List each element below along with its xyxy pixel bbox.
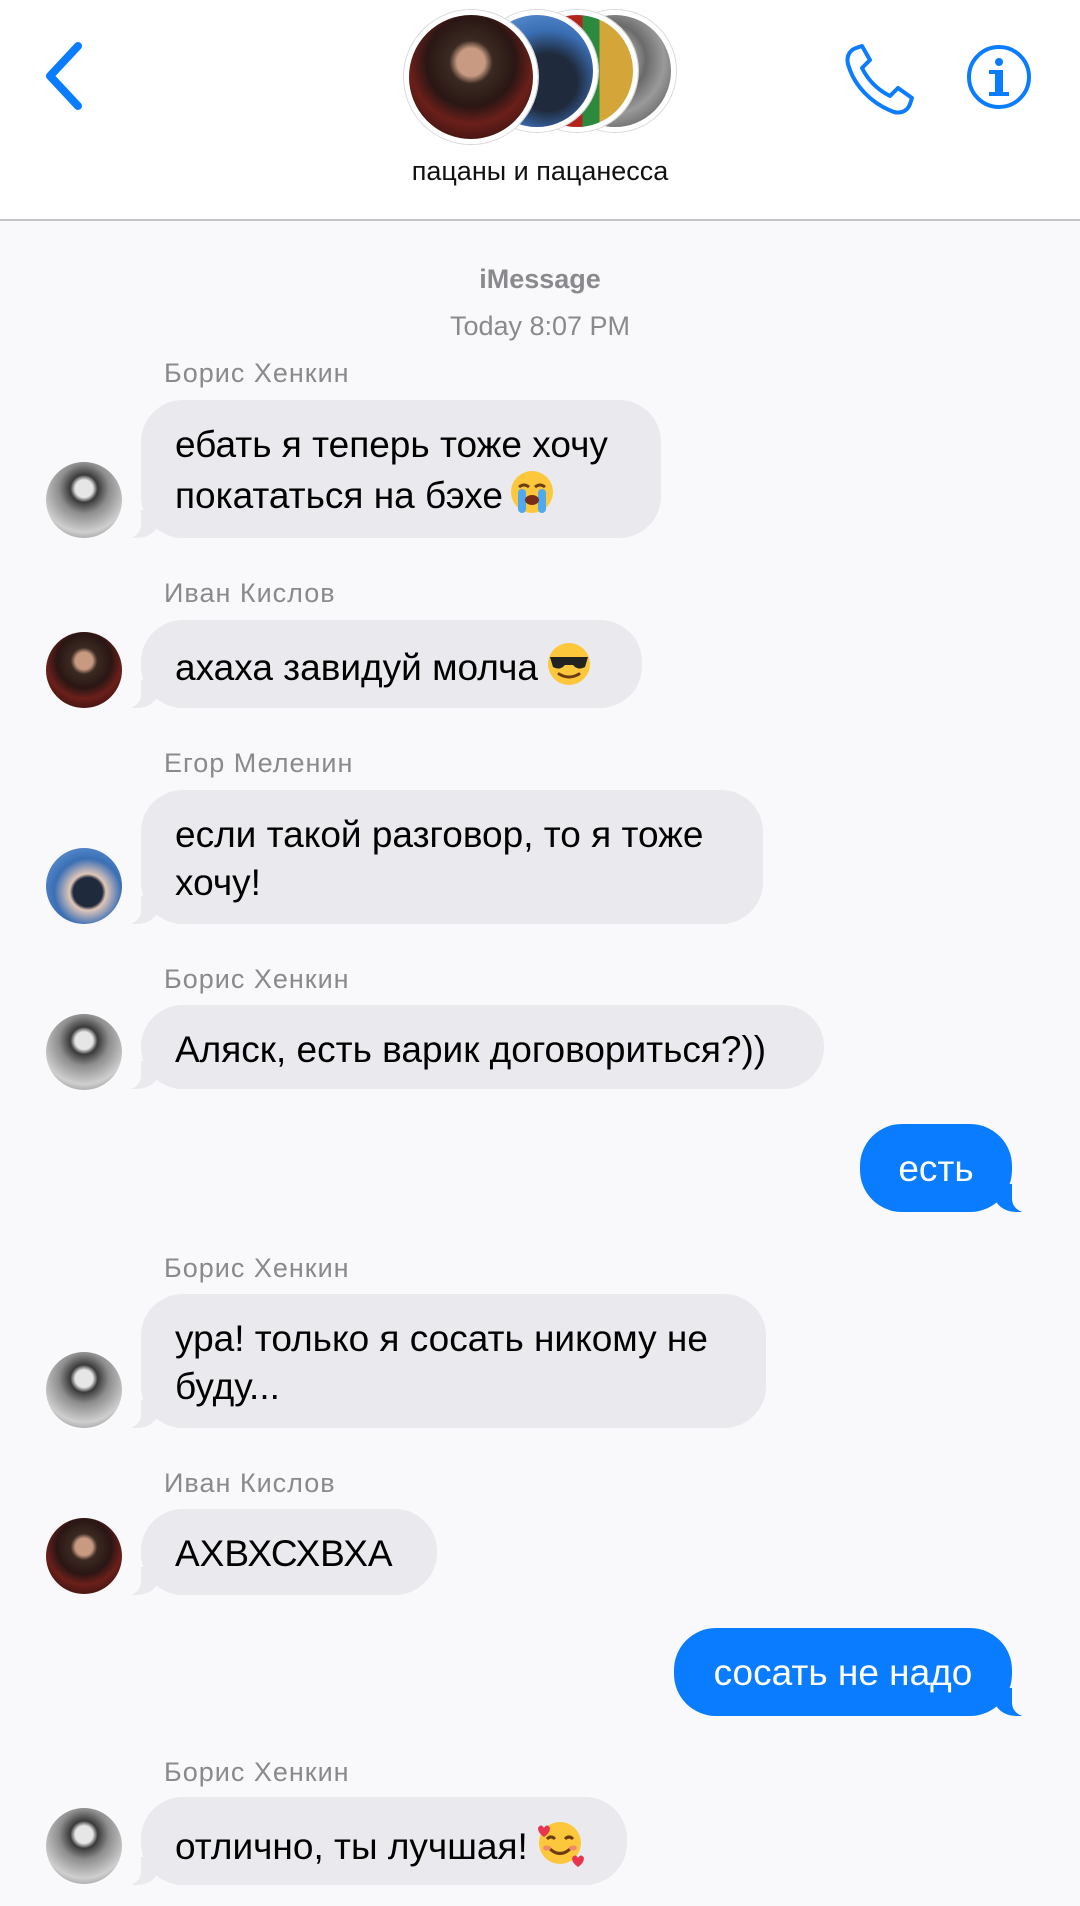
service-label: iMessage (479, 264, 601, 294)
details-button[interactable] (966, 44, 1032, 110)
incoming-message[interactable]: ахаха завидуй молча (111, 620, 642, 709)
incoming-message[interactable]: если такой разговор, то я тоже хочу! (111, 790, 763, 925)
group-avatar-stack[interactable] (404, 10, 676, 144)
avatar-egor[interactable] (46, 848, 122, 924)
back-button[interactable] (40, 38, 92, 114)
outgoing-message[interactable]: сосать не надо (674, 1628, 1042, 1717)
message-text-line: хочу! (175, 862, 261, 903)
incoming-message[interactable]: ура! только я сосать никому не буду... (111, 1294, 766, 1429)
message-text-line: есть (898, 1148, 974, 1189)
message-text-line: ебать я теперь тоже хочу (175, 424, 608, 465)
sender-name: Борис Хенкин (164, 1757, 350, 1787)
avatar-ivan[interactable] (46, 1518, 122, 1594)
message-text-line: если такой разговор, то я тоже (175, 814, 704, 855)
info-icon (967, 45, 1031, 109)
message-text-line: покататься на бэхе (175, 474, 503, 516)
sender-name: Иван Кислов (164, 578, 336, 608)
avatar-boris[interactable] (46, 1808, 122, 1884)
message-text-line: буду... (175, 1366, 280, 1407)
loudly-crying-face-icon (509, 469, 555, 527)
message-text-line: Аляск, есть варик договориться?)) (175, 1029, 767, 1070)
avatar-boris[interactable] (46, 462, 122, 538)
message-text-line: отлично, ты лучшая! (175, 1825, 528, 1867)
conversation-header: пацаны и пацанесса (0, 0, 1080, 221)
timestamp: Today 8:07 PM (449, 311, 631, 341)
sunglasses-face-icon (544, 641, 594, 699)
phone-icon (845, 44, 914, 115)
outgoing-message[interactable]: есть (860, 1124, 1042, 1213)
sender-name: Иван Кислов (164, 1468, 336, 1498)
message-text-line: АХВХСХВХА (175, 1533, 393, 1574)
message-text-line: сосать не надо (713, 1652, 973, 1693)
avatar-boris[interactable] (46, 1352, 122, 1428)
group-name[interactable]: пацаны и пацанесса (0, 156, 1080, 187)
message-text-line: ахаха завидуй молча (175, 646, 538, 688)
group-avatar-1 (404, 10, 538, 144)
avatar-ivan[interactable] (46, 632, 122, 708)
incoming-message[interactable]: ебать я теперь тоже хочу покататься на б… (111, 400, 661, 539)
message-text-line: ура! только я сосать никому не (175, 1318, 708, 1359)
incoming-message[interactable]: АХВХСХВХА (111, 1509, 437, 1596)
smiling-face-with-hearts-icon (534, 1818, 586, 1880)
chevron-left-icon (46, 42, 82, 110)
incoming-message[interactable]: Аляск, есть варик договориться?)) (111, 1005, 824, 1090)
call-button[interactable] (842, 42, 916, 118)
sender-name: Борис Хенкин (164, 1253, 350, 1283)
sender-name: Егор Меленин (164, 748, 354, 778)
message-text-line-row: покататься на бэхе (175, 469, 627, 527)
sender-name: Борис Хенкин (164, 358, 350, 388)
incoming-message[interactable]: отлично, ты лучшая! (111, 1797, 627, 1886)
avatar-boris[interactable] (46, 1014, 122, 1090)
sender-name: Борис Хенкин (164, 964, 350, 994)
